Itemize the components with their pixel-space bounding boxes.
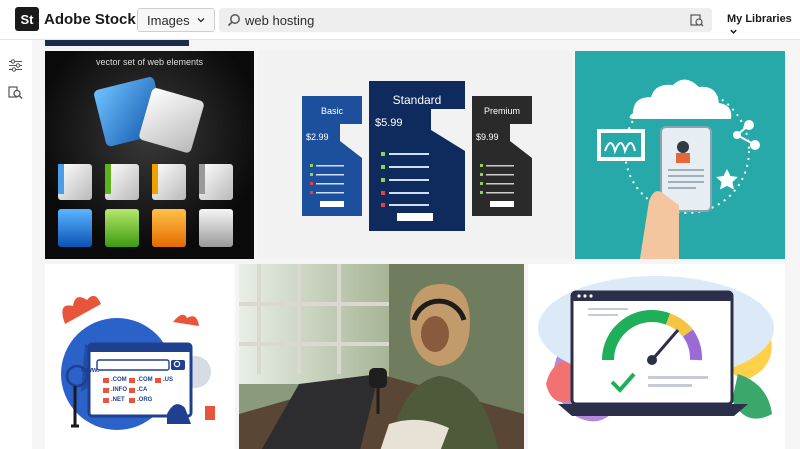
top-bar: St Adobe Stock Images My Libraries bbox=[0, 0, 800, 40]
plan-feature-list bbox=[310, 164, 344, 207]
search-history-icon[interactable] bbox=[8, 85, 23, 100]
search-icon bbox=[227, 14, 240, 27]
pricing-card-premium: Premium $9.99 bbox=[472, 96, 532, 216]
adobe-stock-logo[interactable]: St bbox=[15, 7, 39, 31]
domain-ext: .CA bbox=[137, 387, 148, 393]
web-elements-illustration bbox=[58, 77, 233, 247]
pricing-card-basic: Basic $2.99 bbox=[302, 96, 362, 216]
chevron-down-icon bbox=[730, 29, 737, 34]
visual-search-icon[interactable] bbox=[690, 13, 704, 27]
result-tile-pricing-tables[interactable]: Basic $2.99 Standard $5.99 Premium $9.99 bbox=[257, 51, 572, 259]
speed-gauge-illustration bbox=[538, 276, 774, 422]
cloud-hosting-illustration bbox=[597, 79, 760, 259]
result-tile-speed-test[interactable] bbox=[528, 264, 785, 449]
sliders-icon[interactable] bbox=[8, 58, 23, 73]
previous-row-image-edge[interactable] bbox=[45, 40, 189, 46]
my-libraries-label: My Libraries bbox=[727, 13, 792, 25]
result-tile-web-elements[interactable]: vector set of web elements bbox=[45, 51, 254, 259]
my-libraries-menu[interactable]: My Libraries bbox=[727, 13, 800, 37]
domain-ext: .COM bbox=[137, 377, 153, 383]
result-tile-domain-names[interactable]: www. .COM .COM .US .INFO .CA .NET .ORG bbox=[45, 264, 235, 449]
asset-type-label: Images bbox=[147, 12, 190, 28]
domain-ext: .ORG bbox=[137, 397, 153, 403]
chevron-down-icon bbox=[197, 18, 205, 23]
search-input[interactable] bbox=[245, 10, 685, 30]
left-sidebar bbox=[0, 40, 32, 449]
result-tile-cloud-hosting[interactable] bbox=[575, 51, 785, 259]
plan-feature-list bbox=[381, 152, 433, 221]
pricing-card-standard: Standard $5.99 bbox=[369, 81, 465, 231]
url-prefix-text: www. bbox=[81, 367, 100, 374]
asset-type-select[interactable]: Images bbox=[137, 8, 215, 32]
podcaster-photo bbox=[239, 264, 524, 449]
search-bar bbox=[219, 8, 712, 32]
plan-feature-list bbox=[480, 164, 514, 207]
domain-ext: .COM bbox=[111, 377, 127, 383]
brand-name[interactable]: Adobe Stock bbox=[44, 11, 136, 28]
domain-ext: .NET bbox=[111, 397, 125, 403]
results-gallery: vector set of web elements Basic $2.99 S… bbox=[32, 40, 800, 449]
domain-illustration bbox=[61, 295, 215, 430]
domain-ext: .INFO bbox=[111, 387, 127, 393]
result-tile-photo-podcaster[interactable] bbox=[239, 264, 524, 449]
domain-ext: .US bbox=[163, 377, 174, 383]
